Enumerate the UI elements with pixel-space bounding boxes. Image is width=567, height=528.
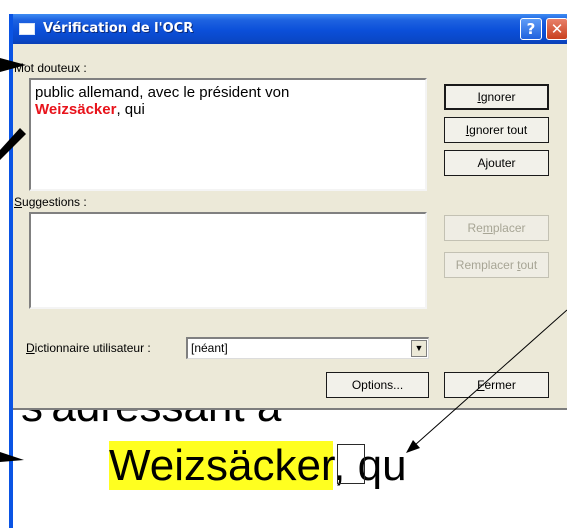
window-icon (19, 23, 35, 35)
preview-previous-line: s'adressant à (21, 410, 281, 430)
replace-all-button[interactable]: Remplacer tout (444, 252, 549, 278)
title-bar[interactable]: Vérification de l'OCR ? ✕ (13, 14, 567, 44)
screenshot: Vérification de l'OCR ? ✕ Mot douteux : … (0, 0, 567, 528)
preview-highlighted-word: Weizsäcker (109, 441, 334, 490)
add-button[interactable]: Ajouter (444, 150, 549, 176)
doubtful-text-before: public allemand, avec le président von (35, 84, 290, 101)
suggestions-list[interactable] (29, 212, 427, 309)
options-button[interactable]: Options... (326, 372, 429, 398)
user-dictionary-value: [néant] (191, 341, 228, 355)
window-title: Vérification de l'OCR (43, 21, 194, 36)
ocr-check-dialog: Vérification de l'OCR ? ✕ Mot douteux : … (9, 14, 567, 528)
doubtful-word-highlight: Weizsäcker (35, 101, 117, 118)
doubtful-character-box (337, 444, 365, 484)
ocr-image-preview: s'adressant à Weizsäcker, qu (13, 408, 567, 528)
doubtful-context-text: public allemand, avec le président von W… (35, 84, 289, 118)
help-button[interactable]: ? (520, 18, 542, 40)
suggestions-label: Suggestions : (14, 195, 87, 209)
ignore-button[interactable]: Ignorer (444, 84, 549, 110)
doubtful-text-after: , qui (116, 101, 145, 118)
dropdown-arrow-icon[interactable]: ▼ (411, 340, 427, 357)
close-button[interactable]: Fermer (444, 372, 549, 398)
doubtful-word-textbox[interactable]: public allemand, avec le président von W… (29, 78, 427, 191)
user-dictionary-label: Dictionnaire utilisateur : (26, 341, 151, 355)
doubtful-word-label: Mot douteux : (14, 61, 87, 75)
ignore-all-button[interactable]: Ignorer tout (444, 117, 549, 143)
user-dictionary-select[interactable]: [néant] ▼ (186, 337, 429, 359)
close-window-button[interactable]: ✕ (546, 18, 567, 40)
replace-button[interactable]: Remplacer (444, 215, 549, 241)
